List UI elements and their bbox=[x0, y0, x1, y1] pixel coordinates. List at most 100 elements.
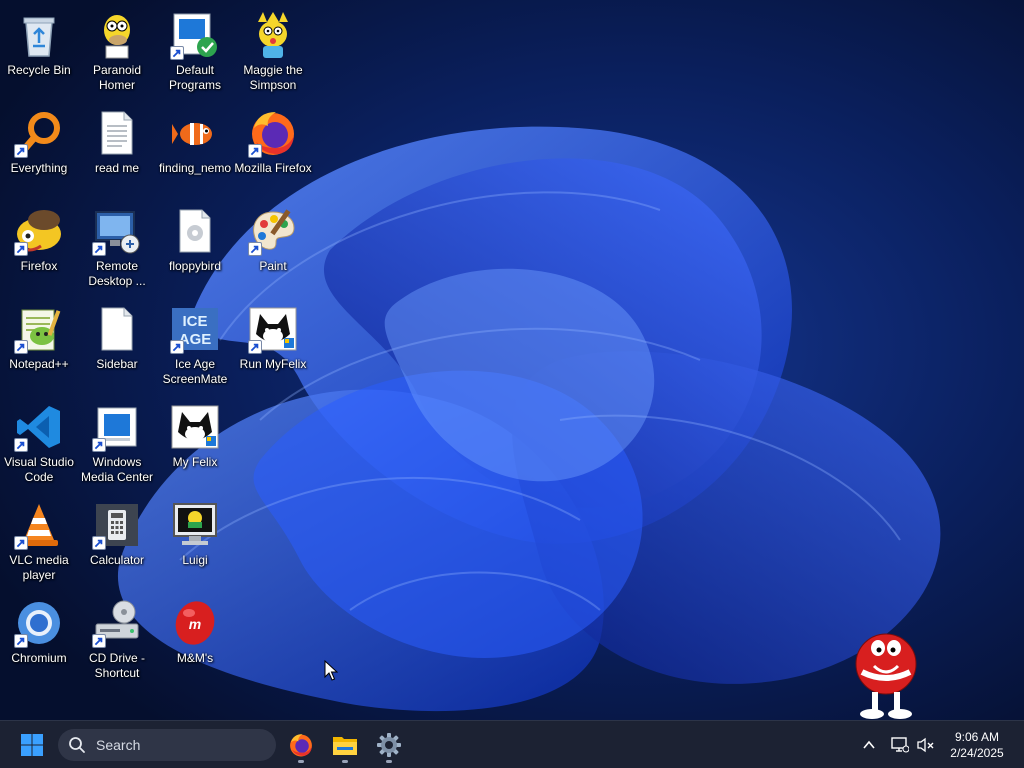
taskbar-clock[interactable]: 9:06 AM 2/24/2025 bbox=[940, 729, 1014, 761]
volume-button[interactable] bbox=[914, 733, 938, 757]
settings-icon bbox=[377, 733, 401, 757]
felix-cat-icon bbox=[248, 304, 298, 354]
volume-muted-icon bbox=[917, 737, 934, 753]
icon-label: Default Programs bbox=[168, 63, 221, 92]
desktop[interactable]: Recycle Bin Everything Firefox Notepad++… bbox=[0, 0, 1024, 720]
luigi-monitor-icon bbox=[170, 500, 220, 550]
desktop-icon-notepad-plus-plus[interactable]: Notepad++ bbox=[0, 298, 78, 394]
icon-label: My Felix bbox=[172, 455, 218, 469]
desktop-icon-my-felix[interactable]: My Felix bbox=[156, 396, 234, 492]
shortcut-arrow-icon bbox=[14, 536, 28, 550]
desktop-icon-run-myfelix[interactable]: Run MyFelix bbox=[234, 298, 312, 394]
desktop-icon-firefox[interactable]: Firefox bbox=[0, 200, 78, 296]
desktop-icon-default-programs[interactable]: Default Programs bbox=[156, 4, 234, 100]
start-button[interactable] bbox=[14, 729, 50, 761]
desktop-icon-vscode[interactable]: Visual Studio Code bbox=[0, 396, 78, 492]
firefox-icon bbox=[248, 108, 298, 158]
mms-candy-icon: m bbox=[170, 598, 220, 648]
file-document-icon bbox=[170, 206, 220, 256]
desktop-icon-mozilla-firefox[interactable]: Mozilla Firefox bbox=[234, 102, 312, 198]
clock-date: 2/24/2025 bbox=[950, 746, 1004, 760]
icon-label: Windows Media Center bbox=[80, 455, 154, 484]
icon-label: CD Drive - Shortcut bbox=[89, 651, 145, 680]
icon-label: Recycle Bin bbox=[7, 63, 71, 77]
icon-label: Sidebar bbox=[96, 357, 138, 371]
desktop-icon-maggie-simpson[interactable]: Maggie the Simpson bbox=[234, 4, 312, 100]
shortcut-arrow-icon bbox=[170, 46, 184, 60]
shortcut-arrow-icon bbox=[14, 634, 28, 648]
svg-text:m: m bbox=[189, 616, 201, 632]
desktop-icon-sidebar[interactable]: Sidebar bbox=[78, 298, 156, 394]
icon-label: Everything bbox=[10, 161, 68, 175]
firefox-icon bbox=[290, 734, 312, 757]
taskbar-search[interactable] bbox=[58, 729, 276, 761]
icon-label: floppybird bbox=[168, 259, 222, 273]
file-explorer-icon bbox=[333, 737, 357, 755]
shortcut-arrow-icon bbox=[14, 340, 28, 354]
taskbar-app-settings[interactable] bbox=[371, 727, 407, 763]
running-indicator bbox=[386, 760, 392, 763]
chromium-icon bbox=[14, 598, 64, 648]
icon-label: M&M's bbox=[176, 651, 214, 665]
everything-search-icon bbox=[14, 108, 64, 158]
windows-logo-icon bbox=[21, 734, 43, 756]
desktop-icon-paranoid-homer[interactable]: Paranoid Homer bbox=[78, 4, 156, 100]
desktop-icon-read-me[interactable]: read me bbox=[78, 102, 156, 198]
desktop-icon-vlc[interactable]: VLC media player bbox=[0, 494, 78, 590]
desktop-icon-calculator[interactable]: Calculator bbox=[78, 494, 156, 590]
shortcut-arrow-icon bbox=[92, 242, 106, 256]
desktop-icon-ice-age-screenmate[interactable]: ICE AGE Ice Age ScreenMate bbox=[156, 298, 234, 394]
icon-label: Paranoid Homer bbox=[92, 63, 142, 92]
desktop-icon-mms[interactable]: m M&M's bbox=[156, 592, 234, 688]
shortcut-arrow-icon bbox=[92, 536, 106, 550]
icon-label: Paint bbox=[259, 259, 287, 273]
taskbar-app-file-explorer[interactable] bbox=[327, 727, 363, 763]
icon-label: Remote Desktop ... bbox=[88, 259, 146, 288]
desktop-icon-chromium[interactable]: Chromium bbox=[0, 592, 78, 688]
desktop-icon-recycle-bin[interactable]: Recycle Bin bbox=[0, 4, 78, 100]
shortcut-arrow-icon bbox=[248, 144, 262, 158]
shortcut-arrow-icon bbox=[92, 438, 106, 452]
shortcut-arrow-icon bbox=[248, 242, 262, 256]
recycle-bin-icon bbox=[14, 10, 64, 60]
desktop-icon-floppybird[interactable]: floppybird bbox=[156, 200, 234, 296]
desktop-icon-remote-desktop[interactable]: Remote Desktop ... bbox=[78, 200, 156, 296]
search-input[interactable] bbox=[94, 736, 258, 754]
desktop-icon-finding-nemo[interactable]: finding_nemo bbox=[156, 102, 234, 198]
icon-label: read me bbox=[94, 161, 140, 175]
desktop-icon-cd-drive[interactable]: CD Drive - Shortcut bbox=[78, 592, 156, 688]
show-hidden-icons-button[interactable] bbox=[857, 733, 881, 757]
icon-label: VLC media player bbox=[9, 553, 69, 582]
vlc-cone-icon bbox=[14, 500, 64, 550]
paint-palette-icon bbox=[248, 206, 298, 256]
shortcut-arrow-icon bbox=[14, 242, 28, 256]
network-icon bbox=[891, 737, 909, 753]
homer-icon bbox=[92, 10, 142, 60]
svg-text:ICE: ICE bbox=[182, 313, 207, 330]
desktop-icon-everything[interactable]: Everything bbox=[0, 102, 78, 198]
search-icon bbox=[69, 737, 85, 753]
ice-age-icon: ICE AGE bbox=[170, 304, 220, 354]
shortcut-arrow-icon bbox=[170, 340, 184, 354]
notepad-plus-plus-icon bbox=[14, 304, 64, 354]
taskbar-app-firefox[interactable] bbox=[283, 727, 319, 763]
icon-label: Visual Studio Code bbox=[4, 455, 74, 484]
red-mms-mascot[interactable] bbox=[848, 624, 924, 720]
chevron-up-icon bbox=[863, 740, 875, 749]
icon-label: Maggie the Simpson bbox=[243, 63, 303, 92]
taskbar: 9:06 AM 2/24/2025 bbox=[0, 720, 1024, 768]
running-indicator bbox=[342, 760, 348, 763]
desktop-icon-paint[interactable]: Paint bbox=[234, 200, 312, 296]
shortcut-arrow-icon bbox=[92, 634, 106, 648]
bonzi-firefox-icon bbox=[14, 206, 64, 256]
icon-label: Luigi bbox=[182, 553, 208, 567]
desktop-icon-windows-media-center[interactable]: Windows Media Center bbox=[78, 396, 156, 492]
icon-label: Ice Age ScreenMate bbox=[162, 357, 228, 386]
remote-desktop-icon bbox=[92, 206, 142, 256]
icon-label: Firefox bbox=[20, 259, 58, 273]
default-programs-icon bbox=[170, 10, 220, 60]
calculator-icon bbox=[92, 500, 142, 550]
network-status-button[interactable] bbox=[888, 733, 912, 757]
icon-label: Run MyFelix bbox=[239, 357, 307, 371]
desktop-icon-luigi[interactable]: Luigi bbox=[156, 494, 234, 590]
